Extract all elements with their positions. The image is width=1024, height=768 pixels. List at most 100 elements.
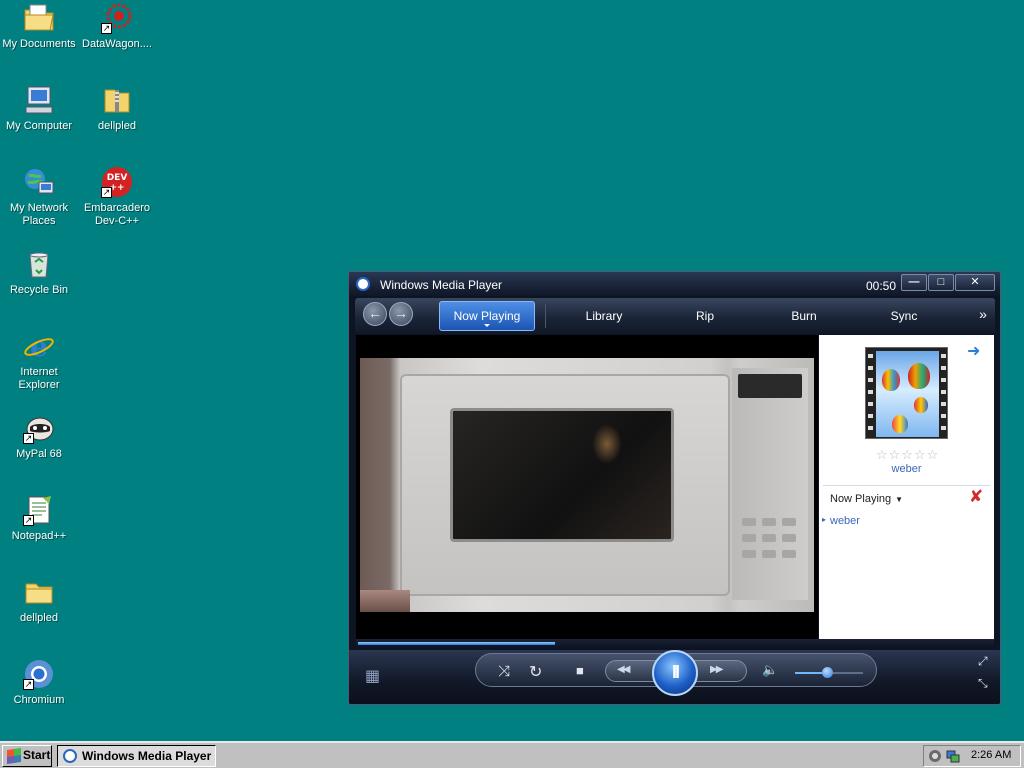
- windows-flag-icon: [7, 748, 21, 764]
- tab-rip[interactable]: Rip: [675, 301, 735, 331]
- minimize-button[interactable]: —: [901, 274, 927, 291]
- repeat-icon[interactable]: ↻: [529, 662, 542, 682]
- desktop-icon-mypal[interactable]: ↗ MyPal 68: [0, 412, 78, 461]
- network-places-icon: [23, 166, 55, 198]
- desktop-icon-dellpled-folder[interactable]: dellpled: [0, 576, 78, 625]
- more-tabs-chevron-icon[interactable]: »: [973, 301, 993, 331]
- desktop-icon-label: Recycle Bin: [9, 284, 69, 296]
- back-arrow-icon[interactable]: ←: [363, 302, 387, 326]
- taskbar-item-media-player[interactable]: Windows Media Player: [57, 745, 216, 767]
- balloon-icon: [892, 415, 908, 433]
- fullscreen-icon[interactable]: ⤢: [978, 654, 988, 669]
- recycle-bin-icon: [23, 248, 55, 280]
- desktop-icon-label: Embarcadero Dev-C++: [83, 202, 151, 227]
- tab-now-playing[interactable]: Now Playing: [439, 301, 535, 331]
- desktop-icon-label: My Computer: [5, 120, 73, 132]
- folder-documents-icon: [23, 2, 55, 34]
- media-player-app-icon: [356, 277, 370, 291]
- desktop-icon-dellpled-zip[interactable]: dellpled: [78, 84, 156, 133]
- shortcut-arrow-icon: ↗: [23, 515, 34, 526]
- video-object-key: [742, 534, 756, 542]
- security-tray-icon[interactable]: [928, 749, 942, 763]
- desktop-icon-my-computer[interactable]: My Computer: [0, 84, 78, 133]
- tab-burn[interactable]: Burn: [773, 301, 835, 331]
- close-button[interactable]: ✕: [955, 274, 995, 291]
- shortcut-arrow-icon: ↗: [101, 187, 112, 198]
- video-object-key: [742, 550, 756, 558]
- notepad-plus-plus-icon: ↗: [23, 494, 55, 526]
- switch-view-icon[interactable]: ▦: [365, 666, 380, 686]
- previous-button[interactable]: ◀◀: [617, 664, 630, 675]
- desktop-icon-label: Chromium: [13, 694, 65, 706]
- tab-library[interactable]: Library: [565, 301, 643, 331]
- album-name-link[interactable]: weber: [819, 463, 994, 475]
- desktop-icon-my-network-places[interactable]: My Network Places: [0, 166, 78, 228]
- title-bar[interactable]: Windows Media Player 00:50 — □ ✕: [349, 272, 1000, 296]
- svg-text:DEV: DEV: [107, 173, 128, 183]
- desktop-icon-label: My Documents: [2, 38, 76, 50]
- balloon-icon: [882, 369, 900, 391]
- pause-button[interactable]: II: [652, 650, 698, 696]
- forward-arrow-icon[interactable]: →: [389, 302, 413, 326]
- playlist-dropdown-label: Now Playing: [830, 493, 892, 505]
- next-arrow-icon[interactable]: ➜: [967, 341, 980, 361]
- volume-knob[interactable]: [821, 667, 833, 678]
- video-object-key: [762, 534, 776, 542]
- film-sprocket: [941, 390, 946, 394]
- video-frame: [360, 358, 814, 612]
- album-art[interactable]: [865, 347, 948, 439]
- next-button[interactable]: ▶▶: [710, 664, 723, 675]
- film-sprocket: [941, 366, 946, 370]
- stop-button[interactable]: ■: [576, 663, 584, 678]
- navigation-bar: ← → Now Playing Library Rip Burn Sync »: [355, 298, 995, 334]
- playlist-dropdown[interactable]: Now Playing ▼: [830, 493, 903, 505]
- start-button[interactable]: Start: [2, 745, 52, 767]
- shuffle-icon[interactable]: ⤨: [498, 663, 510, 680]
- film-sprocket: [868, 414, 873, 418]
- video-object-key: [782, 518, 796, 526]
- video-object-key: [742, 518, 756, 526]
- divider: [823, 485, 990, 486]
- video-object-key: [762, 518, 776, 526]
- mypal-raccoon-icon: ↗: [23, 412, 55, 444]
- compact-mode-icon[interactable]: ⤡: [978, 676, 988, 691]
- shortcut-arrow-icon: ↗: [23, 433, 34, 444]
- desktop-icon-chromium[interactable]: ↗ Chromium: [0, 658, 78, 707]
- desktop-icon-internet-explorer[interactable]: e Internet Explorer: [0, 330, 78, 392]
- svg-text:e: e: [30, 330, 48, 362]
- media-player-window[interactable]: Windows Media Player 00:50 — □ ✕ ← → Now…: [348, 271, 1001, 705]
- desktop-icon-notepad-plus-plus[interactable]: ↗ Notepad++: [0, 494, 78, 543]
- video-object-panel: [732, 368, 808, 600]
- computer-icon: [23, 84, 55, 116]
- tab-sync[interactable]: Sync: [873, 301, 935, 331]
- mute-icon[interactable]: 🔈: [762, 662, 778, 678]
- taskbar: Start Windows Media Player 2:26 AM: [0, 741, 1024, 768]
- film-sprocket: [941, 426, 946, 430]
- maximize-button[interactable]: □: [928, 274, 954, 291]
- film-sprocket: [868, 390, 873, 394]
- film-sprocket: [941, 354, 946, 358]
- taskbar-item-label: Windows Media Player: [82, 749, 212, 763]
- elapsed-time: 00:50: [866, 279, 897, 293]
- seek-bar[interactable]: [356, 639, 994, 649]
- devcpp-icon: DEV ++ ↗: [101, 166, 133, 198]
- video-display[interactable]: [356, 335, 818, 639]
- rating-stars[interactable]: ☆☆☆☆☆: [876, 447, 939, 463]
- network-tray-icon[interactable]: [946, 749, 960, 763]
- clear-list-icon[interactable]: ✘: [969, 487, 983, 507]
- zip-folder-icon: [101, 84, 133, 116]
- taskbar-clock[interactable]: 2:26 AM: [971, 749, 1011, 761]
- start-label: Start: [23, 748, 51, 762]
- media-player-app-icon: [63, 749, 77, 763]
- film-sprocket: [868, 426, 873, 430]
- desktop-icon-devcpp[interactable]: DEV ++ ↗ Embarcadero Dev-C++: [78, 166, 156, 228]
- playlist-item[interactable]: weber: [822, 515, 860, 527]
- internet-explorer-icon: e: [23, 330, 55, 363]
- balloon-icon: [908, 363, 930, 389]
- desktop-icon-recycle-bin[interactable]: Recycle Bin: [0, 248, 78, 297]
- desktop-icon-label: dellpled: [20, 612, 58, 624]
- desktop-icon-my-documents[interactable]: My Documents: [0, 2, 78, 51]
- desktop-icon-datawagon[interactable]: ↗ DataWagon....: [78, 2, 156, 51]
- datawagon-gear-icon: ↗: [101, 2, 133, 34]
- film-sprocket: [868, 378, 873, 382]
